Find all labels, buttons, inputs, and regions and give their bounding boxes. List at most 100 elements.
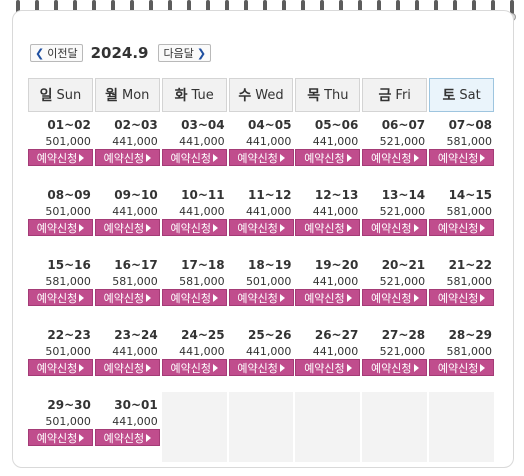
reserve-button[interactable]: 예약신청 [28, 219, 93, 236]
stay-price: 521,000 [379, 275, 426, 288]
stay-price: 441,000 [312, 275, 359, 288]
prev-month-button[interactable]: ❮ 이전달 [30, 44, 83, 62]
play-arrow-icon [79, 363, 85, 372]
reserve-button-label: 예약신청 [103, 291, 145, 305]
next-month-button[interactable]: 다음달 ❯ [158, 44, 212, 62]
play-arrow-icon [480, 153, 486, 162]
play-arrow-icon [146, 293, 152, 302]
day-cell: 13~14 521,000 예약신청 [362, 182, 428, 252]
day-cell: 23~24 441,000 예약신청 [94, 322, 160, 392]
weekday-header-fri: 금 Fri [362, 78, 428, 112]
stay-price: 441,000 [179, 205, 225, 218]
reserve-button-label: 예약신청 [237, 291, 278, 305]
reserve-button[interactable]: 예약신청 [295, 219, 361, 236]
weekday-ko: 화 [174, 88, 188, 104]
stay-dates: 25~26 [247, 328, 292, 342]
reserve-button[interactable]: 예약신청 [429, 289, 495, 306]
stay-price: 441,000 [112, 135, 158, 148]
reserve-button-label: 예약신청 [170, 361, 211, 375]
reserve-button[interactable]: 예약신청 [429, 359, 495, 376]
reserve-button[interactable]: 예약신청 [429, 149, 495, 166]
stay-price: 581,000 [45, 275, 91, 288]
stay-price: 441,000 [245, 135, 292, 148]
day-cell: 12~13 441,000 예약신청 [295, 182, 361, 252]
reserve-button[interactable]: 예약신청 [362, 289, 428, 306]
reserve-button-label: 예약신청 [304, 151, 345, 165]
day-cell: 03~04 441,000 예약신청 [161, 112, 227, 182]
play-arrow-icon [480, 223, 486, 232]
reserve-button[interactable]: 예약신청 [28, 429, 93, 446]
stay-dates: 18~19 [247, 258, 292, 272]
stay-dates: 14~15 [448, 188, 493, 202]
stay-dates: 06~07 [381, 118, 426, 132]
weekday-en: Thu [324, 87, 349, 103]
reserve-button[interactable]: 예약신청 [94, 149, 160, 166]
play-arrow-icon [413, 153, 419, 162]
prev-month-label: 이전달 [47, 47, 78, 60]
chevron-right-icon: ❯ [196, 46, 207, 60]
reserve-button[interactable]: 예약신청 [362, 219, 428, 236]
reserve-button[interactable]: 예약신청 [161, 149, 227, 166]
day-cell: 09~10 441,000 예약신청 [94, 182, 160, 252]
play-arrow-icon [79, 223, 85, 232]
stay-dates: 04~05 [247, 118, 292, 132]
empty-day-cell [295, 392, 361, 462]
reserve-button[interactable]: 예약신청 [94, 219, 160, 236]
reserve-button[interactable]: 예약신청 [429, 219, 495, 236]
weekday-header-row: 일 Sun 월 Mon 화 Tue 수 Wed 목 Thu 금 Fri 토 Sat [28, 78, 495, 112]
day-cell: 29~30 501,000 예약신청 [28, 392, 93, 462]
day-cell: 02~03 441,000 예약신청 [94, 112, 160, 182]
reserve-button-label: 예약신청 [304, 361, 345, 375]
day-cell: 01~02 501,000 예약신청 [28, 112, 93, 182]
reserve-button[interactable]: 예약신청 [161, 359, 227, 376]
day-cell: 24~25 441,000 예약신청 [161, 322, 227, 392]
stay-price: 441,000 [312, 205, 359, 218]
reserve-button[interactable]: 예약신청 [295, 359, 361, 376]
play-arrow-icon [79, 153, 85, 162]
stay-dates: 05~06 [314, 118, 359, 132]
reserve-button[interactable]: 예약신청 [28, 289, 93, 306]
reserve-button[interactable]: 예약신청 [228, 219, 294, 236]
weekday-ko: 금 [378, 88, 392, 104]
reserve-button[interactable]: 예약신청 [28, 359, 93, 376]
reserve-button-label: 예약신청 [170, 291, 211, 305]
play-arrow-icon [146, 223, 152, 232]
stay-dates: 15~16 [47, 258, 91, 272]
day-cell: 17~18 581,000 예약신청 [161, 252, 227, 322]
day-cell: 26~27 441,000 예약신청 [295, 322, 361, 392]
weekday-ko: 토 [442, 88, 456, 104]
empty-day-cell [228, 392, 294, 462]
reserve-button[interactable]: 예약신청 [94, 429, 160, 446]
stay-price: 441,000 [112, 205, 158, 218]
play-arrow-icon [146, 153, 152, 162]
day-cell: 21~22 581,000 예약신청 [429, 252, 495, 322]
reserve-button[interactable]: 예약신청 [28, 149, 93, 166]
reserve-button-label: 예약신청 [437, 151, 479, 165]
reserve-button[interactable]: 예약신청 [228, 289, 294, 306]
reserve-button[interactable]: 예약신청 [161, 219, 227, 236]
reserve-button[interactable]: 예약신청 [228, 359, 294, 376]
stay-dates: 07~08 [448, 118, 493, 132]
weekday-en: Mon [122, 87, 150, 103]
day-cell: 25~26 441,000 예약신청 [228, 322, 294, 392]
reserve-button[interactable]: 예약신청 [94, 359, 160, 376]
stay-price: 581,000 [446, 205, 493, 218]
weekday-en: Fri [395, 87, 411, 103]
stay-dates: 29~30 [47, 398, 91, 412]
reserve-button[interactable]: 예약신청 [94, 289, 160, 306]
reserve-button[interactable]: 예약신청 [362, 359, 428, 376]
calendar-week-row: 15~16 581,000 예약신청 16~17 581,000 예약신청 17~18 581… [28, 252, 495, 322]
stay-dates: 19~20 [314, 258, 359, 272]
play-arrow-icon [413, 363, 419, 372]
stay-price: 441,000 [112, 345, 158, 358]
reserve-button[interactable]: 예약신청 [161, 289, 227, 306]
reserve-button[interactable]: 예약신청 [295, 289, 361, 306]
stay-price: 441,000 [179, 345, 225, 358]
reserve-button[interactable]: 예약신청 [228, 149, 294, 166]
reserve-button[interactable]: 예약신청 [362, 149, 428, 166]
play-arrow-icon [279, 363, 285, 372]
reserve-button[interactable]: 예약신청 [295, 149, 361, 166]
play-arrow-icon [413, 223, 419, 232]
stay-dates: 27~28 [381, 328, 426, 342]
play-arrow-icon [346, 363, 352, 372]
